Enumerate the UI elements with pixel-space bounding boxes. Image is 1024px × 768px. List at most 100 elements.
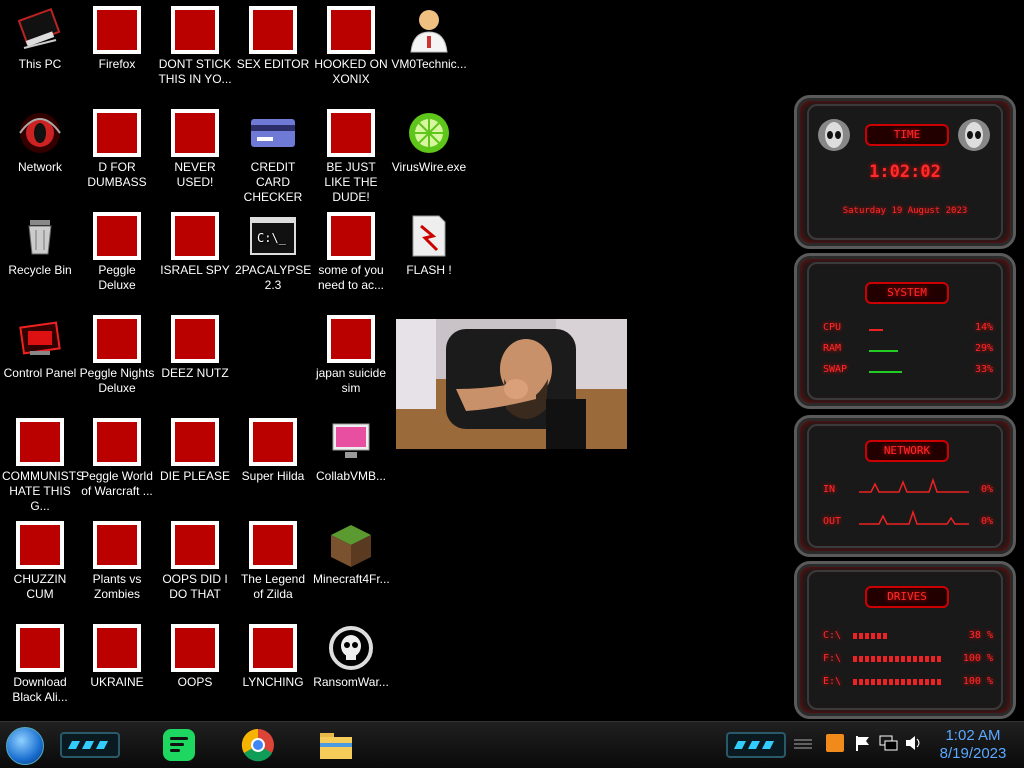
desktop-icon-super-hilda[interactable]: Super Hilda (233, 412, 313, 484)
desktop-icon-label: Network (17, 160, 62, 174)
dev-cpp-icon: DEV++ (171, 109, 219, 157)
drive-row-value: 38 % (968, 630, 993, 641)
desktop-icon-label: NEVER USED! (174, 160, 216, 189)
minecraft-grass-icon (327, 521, 375, 569)
system-row-bar (869, 350, 898, 352)
desktop-icon-label: some of you need to ac... (317, 263, 385, 292)
desktop-icon-oops-did-i[interactable]: OOPS DID I DO THAT (155, 515, 235, 602)
show-hidden-icons[interactable] (792, 736, 814, 752)
desktop-icon-ukraine[interactable]: UKRAINE (77, 618, 157, 690)
taskbar-chrome[interactable] (236, 727, 280, 763)
desktop-icon-label: DONT STICK THIS IN YO... (158, 57, 232, 86)
desktop-icon-flash[interactable]: FLASH ! (389, 206, 469, 278)
desktop-icon-deez-nutz[interactable]: DEEZ NUTZ (155, 309, 235, 381)
desktop-icon-label: ISRAEL SPY (160, 263, 230, 277)
desktop-icon-vm0technic[interactable]: VM0Technic... (389, 0, 469, 72)
drive-row-label: C:\ (823, 630, 842, 641)
desktop-icon-label: COMMUNISTS HATE THIS G... (2, 469, 84, 513)
taskbar-decor-left (60, 732, 120, 758)
network-out-value: 0% (980, 516, 993, 527)
collabvm-icon (327, 418, 375, 466)
skull-icon (327, 624, 375, 672)
desktop-icon-collabvm[interactable]: CollabVMB... (311, 412, 391, 484)
desktop-icon-label: The Legend of Zilda (240, 572, 306, 601)
flash-icon (405, 212, 453, 260)
desktop-icon-peggle-nights[interactable]: P Peggle Nights Deluxe (77, 309, 157, 396)
desktop-icon-recycle-bin[interactable]: Recycle Bin (0, 206, 80, 278)
noose-icon (249, 624, 297, 672)
desktop-icon-die-please[interactable]: De DIE PLEASE (155, 412, 235, 484)
desktop-icon-label: VM0Technic... (391, 57, 467, 71)
chuzzle-icon (16, 521, 64, 569)
desktop-icon-label: 2PACALYPSE 2.3 (235, 263, 312, 292)
system-title: SYSTEM (865, 282, 949, 304)
desktop-icon-dont-stick[interactable]: DONT STICK THIS IN YO... (155, 0, 235, 87)
desktop-icon-japan-suicide-sim[interactable]: japan suicide sim (311, 309, 391, 396)
desktop-icon-chuzzin[interactable]: CHUZZIN CUM (0, 515, 80, 602)
volume-icon[interactable] (904, 734, 924, 752)
start-button[interactable] (6, 727, 44, 765)
drive-row-label: E:\ (823, 676, 842, 687)
desktop-icon-firefox[interactable]: Firefox (77, 0, 157, 72)
desktop-icon-label: LYNCHING (242, 675, 304, 689)
peggle-icon: P (93, 212, 141, 260)
desktop-icon-label: CREDIT CARD CHECKER (243, 160, 303, 204)
desktop-icon-credit-card-checker[interactable]: CREDIT CARD CHECKER (233, 103, 313, 205)
desktop-icon-communists[interactable]: $ COMMUNISTS HATE THIS G... (0, 412, 84, 514)
desktop-icon-some-of-you[interactable]: some of you need to ac... (311, 206, 391, 293)
desktop-icon-ransomwar[interactable]: RansomWar... (311, 618, 391, 690)
peggle-nights-icon: P (93, 315, 141, 363)
desktop-icon-viruswire[interactable]: VirusWire.exe (389, 103, 469, 175)
desktop-icon-d-for-dumbass[interactable]: D FOR DUMBASS (77, 103, 157, 190)
desktop-icon-hooked-on-xonix[interactable]: HOOKED ON XONIX (311, 0, 391, 87)
tray-app-icon[interactable] (826, 734, 844, 752)
alienware-icon (16, 109, 64, 157)
desktop-icon-download-black-ali[interactable]: Download Black Ali... (0, 618, 80, 705)
desktop-icon-control-panel[interactable]: Control Panel (0, 309, 80, 381)
desktop-icon-label: CHUZZIN CUM (13, 572, 67, 601)
money-bag-icon: $ (16, 418, 64, 466)
plants-vs-zombies-icon (93, 521, 141, 569)
time-clock: 1:02:02 (869, 162, 941, 182)
desktop-icon-peggle-wow[interactable]: P Peggle World of Warcraft ... (77, 412, 157, 499)
desktop-icon-oops[interactable]: OOPS (155, 618, 235, 690)
desktop-icon-2pacalypse[interactable]: C:\_ 2PACALYPSE 2.3 (233, 206, 313, 293)
drive-row-bar (853, 679, 943, 685)
system-row-label: RAM (823, 343, 842, 354)
clock-date: 8/19/2023 (939, 745, 1007, 762)
network-title: NETWORK (865, 440, 949, 462)
desktop-icon-label: RansomWar... (313, 675, 389, 689)
taskbar-clock[interactable]: 1:02 AM 8/19/2023 (930, 727, 1016, 763)
desktop-icon-israel-spy[interactable]: ISRAEL SPY (155, 206, 235, 278)
file-explorer-icon (320, 733, 352, 759)
vlc-cone-icon (171, 6, 219, 54)
desktop-icon-sex-editor[interactable]: HxD SEX EDITOR (233, 0, 313, 72)
network-out-label: OUT (823, 516, 842, 527)
desktop-icon-legend-of-zilda[interactable]: The Legend of Zilda (233, 515, 313, 602)
network-icon[interactable] (878, 734, 898, 752)
system-row-value: 14% (974, 322, 993, 333)
taskbar-spotify-green[interactable] (157, 727, 201, 763)
zelda-icon (249, 521, 297, 569)
drives-title: DRIVES (865, 586, 949, 608)
desktop-icon-be-just-like-the-dude[interactable]: BE JUST LIKE THE DUDE! (311, 103, 391, 205)
desktop-icon-lynching[interactable]: LYNCHING (233, 618, 313, 690)
desktop-icon-network[interactable]: Network (0, 103, 80, 175)
taskbar: 1:02 AM 8/19/2023 (0, 721, 1024, 768)
recycle-bin-icon (16, 212, 64, 260)
taskbar-file-explorer[interactable] (314, 727, 358, 763)
time-title: TIME (865, 124, 949, 146)
desktop-icon-peggle-deluxe[interactable]: P Peggle Deluxe (77, 206, 157, 293)
desktop-icon-plants-vs-zombies[interactable]: Plants vs Zombies (77, 515, 157, 602)
radiation-icon (93, 624, 141, 672)
video-overlay (396, 319, 627, 449)
system-row-bar (869, 329, 883, 331)
flag-icon[interactable] (854, 734, 872, 752)
desktop-icon-never-used[interactable]: DEV++ NEVER USED! (155, 103, 235, 190)
system-row-label: SWAP (823, 364, 848, 375)
desktop-icon-this-pc[interactable]: This PC (0, 0, 80, 72)
desktop-icon-label: Control Panel (3, 366, 77, 380)
desktop-icon-label: Download Black Ali... (12, 675, 68, 704)
drives-panel: DRIVES C:\ 38 % F:\ 100 % E:\ 100 % (794, 561, 1016, 719)
desktop-icon-minecraft[interactable]: Minecraft4Fr... (311, 515, 391, 587)
